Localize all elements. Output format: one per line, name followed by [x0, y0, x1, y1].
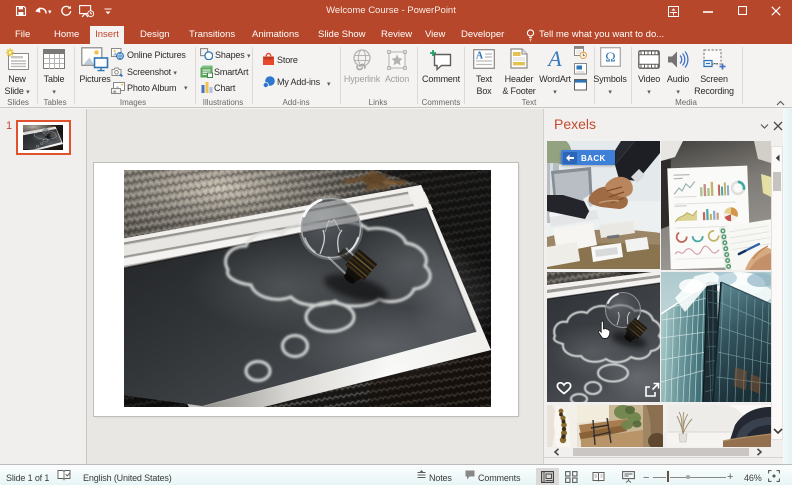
svg-text:Ω: Ω [605, 51, 615, 66]
svg-text:A: A [546, 49, 562, 69]
svg-text:A: A [476, 51, 484, 62]
